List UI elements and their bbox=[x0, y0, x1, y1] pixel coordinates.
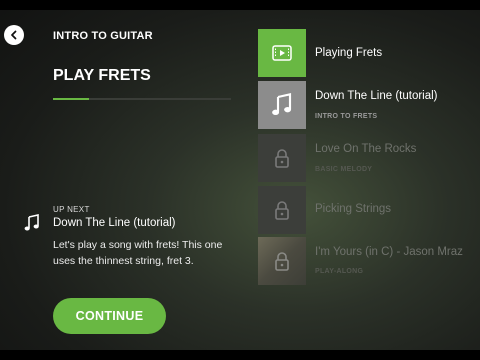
back-button[interactable] bbox=[4, 25, 24, 45]
lesson-item-im-yours[interactable]: I'm Yours (in C) - Jason Mraz PLAY-ALONG bbox=[258, 237, 480, 285]
lock-icon bbox=[275, 149, 289, 168]
lesson-item-title: Down The Line (tutorial) bbox=[315, 90, 438, 102]
lesson-progress-fill bbox=[53, 98, 89, 100]
continue-button[interactable]: CONTINUE bbox=[53, 298, 166, 334]
lesson-item-love-on-the-rocks[interactable]: Love On The Rocks BASIC MELODY bbox=[258, 134, 480, 182]
lesson-thumb bbox=[258, 134, 306, 182]
lesson-item-title: Picking Strings bbox=[315, 203, 392, 215]
up-next-label: UP NEXT bbox=[53, 205, 90, 214]
lesson-progress-bar bbox=[53, 98, 231, 100]
up-next-title: Down The Line (tutorial) bbox=[53, 217, 176, 229]
lesson-item-title: Playing Frets bbox=[315, 47, 383, 59]
lesson-item-subtitle: INTRO TO FRETS bbox=[315, 113, 378, 120]
music-note-icon bbox=[272, 93, 292, 115]
letterbox-bottom bbox=[0, 350, 480, 360]
lock-icon bbox=[275, 201, 289, 220]
lesson-item-title: Love On The Rocks bbox=[315, 143, 417, 155]
lesson-item-subtitle: BASIC MELODY bbox=[315, 166, 373, 173]
course-title: INTRO TO GUITAR bbox=[53, 30, 153, 42]
lesson-thumb bbox=[258, 29, 306, 77]
lesson-item-playing-frets[interactable]: Playing Frets bbox=[258, 29, 480, 77]
lesson-item-subtitle: PLAY-ALONG bbox=[315, 268, 364, 275]
music-note-icon bbox=[24, 214, 39, 231]
video-icon bbox=[272, 45, 292, 61]
lesson-thumb bbox=[258, 186, 306, 234]
up-next-description: Let's play a song with frets! This one u… bbox=[53, 239, 223, 267]
lock-icon bbox=[275, 252, 289, 271]
lesson-thumb bbox=[258, 81, 306, 129]
letterbox-top bbox=[0, 0, 480, 10]
lesson-title: PLAY FRETS bbox=[53, 67, 151, 84]
lesson-item-title: I'm Yours (in C) - Jason Mraz bbox=[315, 246, 463, 258]
lesson-thumb bbox=[258, 237, 306, 285]
lesson-item-picking-strings[interactable]: Picking Strings bbox=[258, 186, 480, 234]
lesson-item-down-the-line[interactable]: Down The Line (tutorial) INTRO TO FRETS bbox=[258, 81, 480, 129]
chevron-left-icon bbox=[11, 30, 17, 40]
